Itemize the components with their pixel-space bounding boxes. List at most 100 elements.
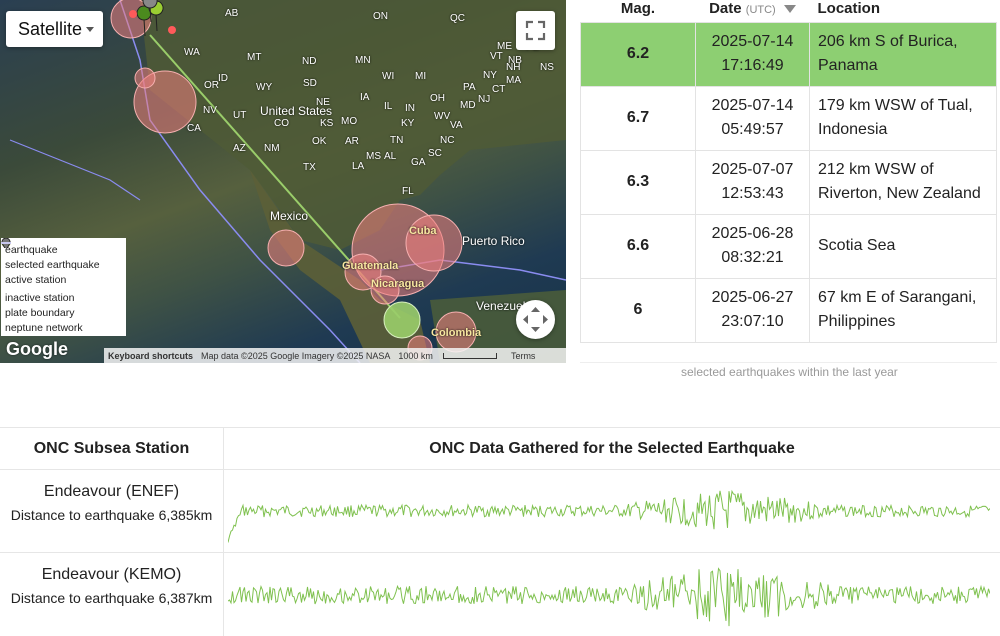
date-cell: 2025-07-14 05:49:57 <box>695 85 810 151</box>
location-line-1: 179 km WSW of Tual, <box>818 97 973 114</box>
scale-bar <box>442 352 497 359</box>
chevron-down-icon <box>86 27 94 32</box>
earthquake-row[interactable]: 6.3 2025-07-07 12:53:43 212 km WSW of Rivert… <box>580 149 997 215</box>
map-label-wa: WA <box>184 47 200 58</box>
location-line-2: Panama <box>818 57 878 74</box>
earthquake-row[interactable]: 6 2025-06-27 23:07:10 67 km E of Sarangani,… <box>580 277 997 343</box>
sort-descending-icon <box>783 5 796 14</box>
station-name: Endeavour (ENEF) <box>43 483 180 500</box>
seismic-waveform-kemo <box>228 567 990 627</box>
map-label-id: ID <box>218 73 228 84</box>
map-label-ar: AR <box>345 136 359 147</box>
map-label-ia: IA <box>360 92 370 103</box>
location-cell: 206 km S of Burica, Panama <box>809 21 997 87</box>
map-label-me: ME <box>497 41 512 52</box>
legend-label: inactive station <box>5 291 75 304</box>
map-label-qc: QC <box>450 13 465 24</box>
earthquake-map[interactable]: ON QC NB NS PE WA MT ND MN ID SD WI MI W… <box>0 0 566 363</box>
earthquake-table: Mag. Date (UTC) Location 6.2 2025-07-14 17… <box>580 0 997 363</box>
map-label-nv: NV <box>203 105 217 116</box>
legend-item-earthquake: earthquake <box>1 238 122 257</box>
station-row[interactable]: Endeavour (ENEF) Distance to earthquake … <box>0 469 1000 552</box>
legend-item-neptune-network: neptune network <box>1 242 122 335</box>
fullscreen-button[interactable] <box>516 11 555 50</box>
legend-item-inactive-station: inactive station <box>1 238 122 305</box>
map-label-puerto-rico: Puerto Rico <box>462 234 525 248</box>
map-label-co: CO <box>274 118 289 129</box>
date-cell: 2025-06-28 08:32:21 <box>695 213 810 279</box>
earthquake-marker[interactable] <box>405 214 463 272</box>
map-label-la: LA <box>352 161 365 172</box>
location-cell: 179 km WSW of Tual, Indonesia <box>809 85 997 151</box>
earthquake-row[interactable]: 6.6 2025-06-28 08:32:21 Scotia Sea <box>580 213 997 279</box>
date-value: 2025-06-28 <box>711 225 794 242</box>
legend-label: plate boundary <box>5 306 75 319</box>
map-label-mexico: Mexico <box>270 209 309 223</box>
column-header-date[interactable]: Date (UTC) <box>696 0 810 22</box>
earthquake-marker[interactable] <box>267 229 305 267</box>
time-value: 17:16:49 <box>721 57 784 74</box>
legend-label: selected earthquake <box>5 258 100 271</box>
location-line-2: Indonesia <box>818 121 888 138</box>
map-label-colombia: Colombia <box>431 327 482 339</box>
column-header-mag[interactable]: Mag. <box>581 0 696 22</box>
map-label-nj: NJ <box>478 94 491 105</box>
map-label-az: AZ <box>233 143 246 154</box>
date-value: 2025-07-14 <box>711 33 794 50</box>
station-distance: Distance to earthquake 6,387km <box>10 590 213 606</box>
earthquake-row[interactable]: 6.2 2025-07-14 17:16:49 206 km S of Burica,… <box>580 21 997 87</box>
map-label-nh: NH <box>506 62 521 73</box>
station-distance: Distance to earthquake 6,385km <box>10 507 213 523</box>
map-label-ct: CT <box>492 84 506 95</box>
map-label-ky: KY <box>401 118 415 129</box>
waveform-trace <box>228 567 990 627</box>
map-label-wy: WY <box>256 82 273 93</box>
location-cell: Scotia Sea <box>809 213 997 279</box>
fullscreen-icon <box>525 20 546 41</box>
map-label-ns: NS <box>540 62 554 73</box>
map-label-ga: GA <box>411 157 426 168</box>
map-label-mi: MI <box>415 71 427 82</box>
data-column-header: ONC Data Gathered for the Selected Earth… <box>429 440 795 457</box>
earthquake-row[interactable]: 6.7 2025-07-14 05:49:57 179 km WSW of Tual,… <box>580 85 997 151</box>
location-line-1: 206 km S of Burica, <box>818 33 958 50</box>
time-value: 23:07:10 <box>721 313 784 330</box>
map-label-pa: PA <box>463 82 476 93</box>
station-row[interactable]: Endeavour (KEMO) Distance to earthquake … <box>0 552 1000 636</box>
table-header-row: Mag. Date (UTC) Location <box>581 0 997 22</box>
map-label-wi: WI <box>382 71 395 82</box>
selected-earthquake-marker[interactable] <box>383 301 421 339</box>
map-label-sc: SC <box>428 148 442 159</box>
date-cell: 2025-07-14 17:16:49 <box>695 21 810 87</box>
terms-link[interactable]: Terms <box>511 351 536 361</box>
map-label-sd: SD <box>303 78 317 89</box>
map-legend: earthquake selected earthquake active st… <box>1 238 126 336</box>
map-label-nd: ND <box>302 56 317 67</box>
map-label-md: MD <box>460 100 476 111</box>
time-value: 12:53:43 <box>721 185 784 202</box>
map-label-oh: OH <box>430 93 445 104</box>
map-label-cuba: Cuba <box>409 225 437 237</box>
location-line-1: Scotia Sea <box>818 237 896 254</box>
map-type-dropdown[interactable]: Satellite <box>6 11 103 47</box>
map-label-ok: OK <box>312 136 327 147</box>
station-column-header: ONC Subsea Station <box>33 440 190 457</box>
column-header-location[interactable]: Location <box>810 0 997 22</box>
map-label-ca: CA <box>187 123 201 134</box>
keyboard-shortcuts-link[interactable]: Keyboard shortcuts <box>108 351 193 361</box>
map-label-va: VA <box>450 120 463 131</box>
legend-label: earthquake <box>5 243 58 256</box>
map-label-united-states: United States <box>260 104 333 118</box>
google-logo: Google <box>6 339 68 359</box>
location-line-1: 212 km WSW of <box>818 161 934 178</box>
earthquake-marker[interactable] <box>134 67 156 89</box>
map-label-il: IL <box>384 101 393 112</box>
time-value: 08:32:21 <box>721 249 784 266</box>
scale-label: 1000 km <box>398 350 433 361</box>
pan-control-button[interactable] <box>516 300 555 339</box>
map-label-ab: AB <box>225 8 239 19</box>
map-label-nm: NM <box>264 143 280 154</box>
date-value: 2025-07-14 <box>711 97 794 114</box>
legend-item-selected-earthquake: selected earthquake <box>1 238 122 272</box>
magnitude-cell: 6.3 <box>580 149 696 215</box>
